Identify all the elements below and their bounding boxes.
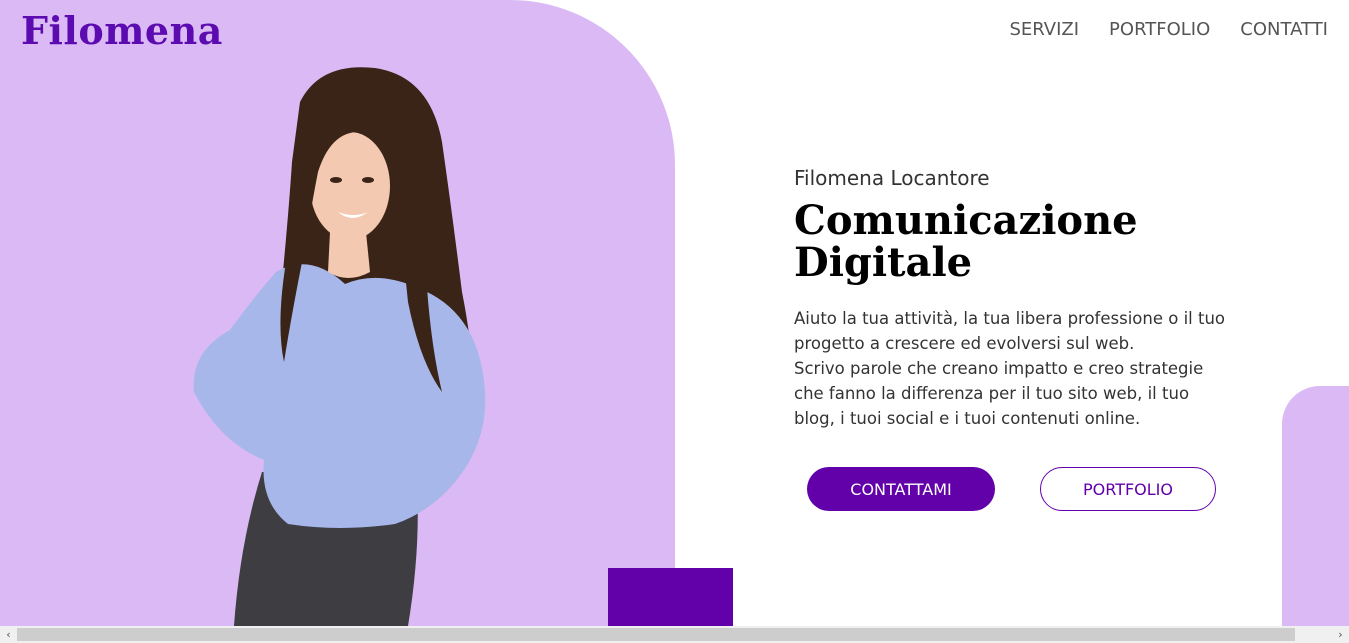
portfolio-button[interactable]: PORTFOLIO <box>1040 467 1216 511</box>
description-line: Aiuto la tua attività, la tua libera pro… <box>794 309 1226 328</box>
page-headline: Comunicazione Digitale <box>794 197 1138 286</box>
main-navigation: SERVIZI PORTFOLIO CONTATTI <box>1009 19 1328 40</box>
nav-item-contatti[interactable]: CONTATTI <box>1240 19 1328 40</box>
intro-description: Aiuto la tua attività, la tua libera pro… <box>794 306 1234 431</box>
right-accent-shape <box>1282 386 1349 626</box>
logo[interactable]: Filomena <box>21 8 223 53</box>
scroll-left-arrow-icon[interactable]: ‹ <box>0 626 17 643</box>
description-line: Scrivo parole che creano impatto e creo … <box>794 359 1204 378</box>
description-line: blog, i tuoi social e i tuoi contenuti o… <box>794 409 1141 428</box>
decorative-square <box>608 568 733 626</box>
portrait-photo <box>193 67 486 626</box>
person-name: Filomena Locantore <box>794 166 990 190</box>
description-line: progetto a crescere ed evolversi sul web… <box>794 334 1135 353</box>
scroll-right-arrow-icon[interactable]: › <box>1332 626 1349 643</box>
nav-item-servizi[interactable]: SERVIZI <box>1009 19 1079 40</box>
contattami-button[interactable]: CONTATTAMI <box>807 467 995 511</box>
description-line: che fanno la differenza per il tuo sito … <box>794 384 1190 403</box>
horizontal-scrollbar[interactable]: ‹ › <box>0 626 1349 643</box>
nav-item-portfolio[interactable]: PORTFOLIO <box>1109 19 1210 40</box>
intro-section: Filomena Locantore Comunicazione Digital… <box>794 166 1244 431</box>
scrollbar-thumb[interactable] <box>17 628 1295 641</box>
page: Filomena SERVIZI PORTFOLIO CONTATTI Filo… <box>0 0 1349 643</box>
